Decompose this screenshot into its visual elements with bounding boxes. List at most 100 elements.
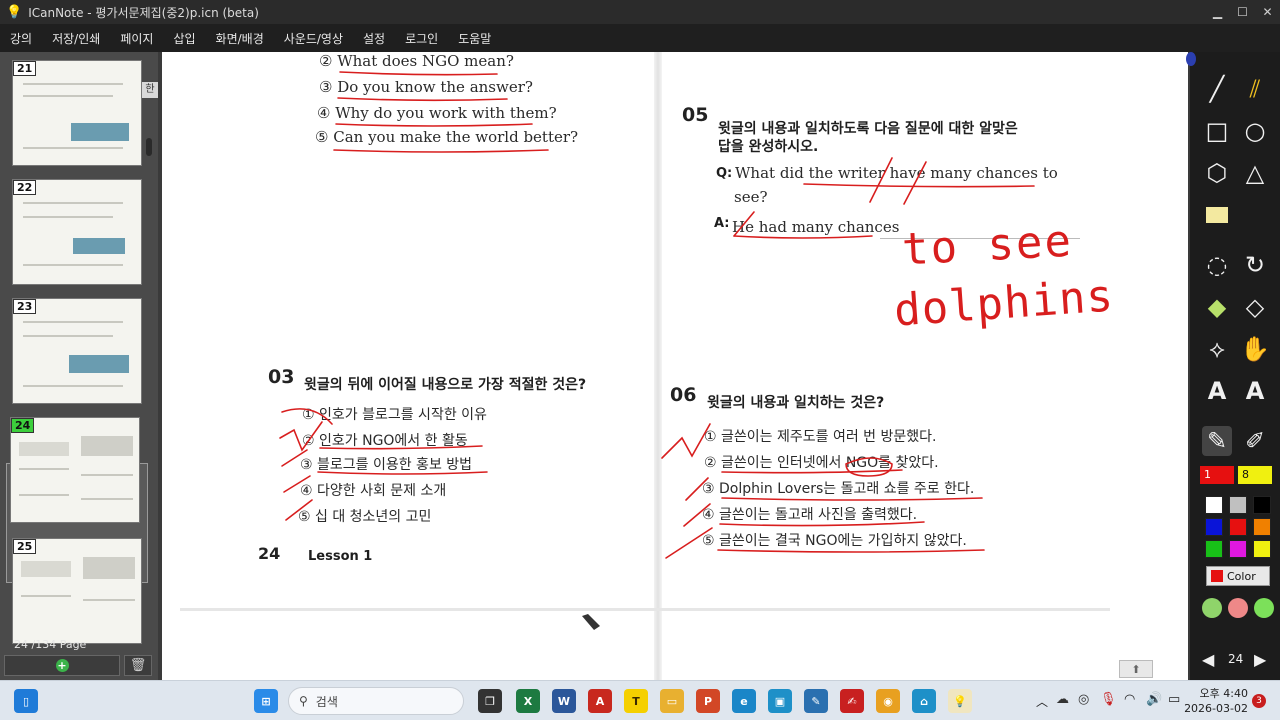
minimize-button[interactable]: ▁ — [1205, 0, 1230, 24]
kakaotalk-icon[interactable]: T — [624, 689, 648, 713]
menu-lecture[interactable]: 강의 — [0, 30, 42, 47]
ink-check-q06-1 — [661, 423, 711, 459]
ink-underline-q02-5 — [333, 149, 549, 153]
scroll-top-button[interactable]: ⬆ — [1119, 660, 1153, 678]
sidebar-scrollbar[interactable] — [146, 138, 152, 156]
tray-volume-icon[interactable]: 🔊 — [1146, 692, 1162, 707]
prev-page-button[interactable]: ◀ — [1202, 650, 1214, 669]
chrome-icon[interactable]: ◉ — [876, 689, 900, 713]
plus-circle-icon: + — [55, 659, 69, 672]
tray-network-icon[interactable]: ◎ — [1078, 692, 1089, 707]
text-settings-icon[interactable]: A — [1240, 376, 1270, 406]
page-current: 24 — [14, 638, 28, 651]
color-swatch[interactable] — [1229, 518, 1247, 536]
delete-page-button[interactable]: 🗑 — [124, 655, 152, 676]
page-thumbnail-24[interactable]: 24 — [10, 417, 140, 523]
powerpoint-icon[interactable]: P — [696, 689, 720, 713]
drawing-app-icon[interactable]: ✍ — [840, 689, 864, 713]
pen-size-select[interactable]: 1 — [1200, 466, 1234, 484]
remote-desktop-icon[interactable]: ▣ — [768, 689, 792, 713]
rectangle-tool-icon[interactable]: □ — [1202, 116, 1232, 146]
task-view-icon[interactable]: ❐ — [478, 689, 502, 713]
lasso-select-icon[interactable]: ◌ — [1202, 250, 1232, 280]
highlighter-tool-icon[interactable]: ✐ — [1240, 426, 1270, 456]
menu-help[interactable]: 도움말 — [448, 30, 501, 47]
excel-icon[interactable]: X — [516, 689, 540, 713]
partial-eraser-icon[interactable]: ◇ — [1240, 292, 1270, 322]
whiteboard-app-icon[interactable]: ✎ — [804, 689, 828, 713]
eraser-icon[interactable]: ◆ — [1202, 292, 1232, 322]
sticky-note-icon[interactable] — [1202, 200, 1232, 230]
page-thumbnail-21[interactable]: 21 — [12, 60, 142, 166]
tray-battery-icon[interactable]: ▭ — [1168, 692, 1180, 707]
tray-chevron-icon[interactable]: ︿ — [1036, 693, 1048, 710]
triangle-tool-icon[interactable]: △ — [1240, 158, 1270, 188]
color-swatch[interactable] — [1253, 496, 1271, 514]
color-swatch[interactable] — [1205, 540, 1223, 558]
search-placeholder: 검색 — [315, 694, 338, 709]
menu-login[interactable]: 로그인 — [395, 30, 448, 47]
word-icon[interactable]: W — [552, 689, 576, 713]
page-thumbnail-sidebar: 21 22 23 24 25 — [0, 52, 158, 680]
tray-onedrive-icon[interactable]: ☁ — [1056, 692, 1069, 707]
menu-screen-background[interactable]: 화면/배경 — [206, 30, 274, 47]
red-toggle-icon[interactable] — [1228, 598, 1248, 618]
color-picker-button[interactable]: Color — [1206, 566, 1270, 586]
note-canvas[interactable]: ② What does NGO mean? ③ Do you know the … — [162, 52, 1188, 680]
color-swatch[interactable] — [1253, 518, 1271, 536]
color-swatch[interactable] — [1229, 540, 1247, 558]
menu-settings[interactable]: 설정 — [353, 30, 395, 47]
menu-sound-video[interactable]: 사운드/영상 — [274, 30, 353, 47]
next-page-button[interactable]: ▶ — [1254, 650, 1266, 669]
tray-microphone-icon[interactable]: 🎙 — [1100, 692, 1117, 707]
thumbnail-number: 23 — [13, 299, 37, 314]
menu-insert[interactable]: 삽입 — [163, 30, 205, 47]
close-button[interactable]: ✕ — [1255, 0, 1280, 24]
start-menu-icon[interactable]: ⊞ — [254, 689, 278, 713]
clock-time: 오후 4:40 — [1199, 687, 1248, 700]
ink-underline-q05-q — [803, 183, 1035, 188]
maximize-button[interactable]: ☐ — [1230, 0, 1255, 24]
notification-badge[interactable]: 3 — [1252, 694, 1266, 708]
hexagon-tool-icon[interactable]: ⬡ — [1202, 158, 1232, 188]
search-icon: ⚲ — [299, 694, 308, 708]
green-toggle-icon[interactable] — [1202, 598, 1222, 618]
clock-date: 2026-03-02 — [1184, 702, 1248, 715]
page-thumbnail-25[interactable]: 25 — [12, 538, 142, 644]
network-app-icon[interactable]: ⌂ — [912, 689, 936, 713]
menu-save-print[interactable]: 저장/인쇄 — [42, 30, 110, 47]
taskbar-search[interactable]: ⚲ 검색 — [288, 687, 464, 715]
color-swatch[interactable] — [1205, 518, 1223, 536]
ink-strike-q03-4 — [283, 475, 311, 493]
icannote-taskbar-icon[interactable]: 💡 — [948, 689, 972, 713]
thumbnail-number: 22 — [13, 180, 37, 195]
thumbnail-number: 25 — [13, 539, 37, 554]
file-explorer-icon[interactable]: ▭ — [660, 689, 684, 713]
page-thumbnail-23[interactable]: 23 — [12, 298, 142, 404]
dashed-line-tool-icon[interactable]: ⫽ — [1240, 74, 1270, 104]
shapes-icon[interactable]: ⟡ — [1202, 334, 1232, 364]
pen-tool-icon[interactable]: ✎ — [1202, 426, 1232, 456]
edge-browser-icon[interactable]: e — [732, 689, 756, 713]
system-clock[interactable]: 오후 4:40 2026-03-02 — [1184, 686, 1248, 716]
text-tool-icon[interactable]: A — [1202, 376, 1232, 406]
line-tool-icon[interactable]: ╱ — [1202, 74, 1232, 104]
widgets-icon[interactable]: ▯ — [14, 689, 38, 713]
menu-page[interactable]: 페이지 — [110, 30, 163, 47]
tray-wifi-icon[interactable]: ◠ — [1124, 692, 1135, 707]
highlighter-size-select[interactable]: 8 — [1238, 466, 1272, 484]
color-swatch[interactable] — [1253, 540, 1271, 558]
pdf-reader-icon[interactable]: A — [588, 689, 612, 713]
color-swatch[interactable] — [1229, 496, 1247, 514]
color-swatch[interactable] — [1205, 496, 1223, 514]
ink-strike-q06-5 — [665, 527, 713, 559]
page-thumbnail-22[interactable]: 22 — [12, 179, 142, 285]
ink-underline-q02-2 — [339, 71, 498, 76]
hand-pan-icon[interactable]: ✋ — [1240, 334, 1270, 364]
highlighter-size-value: 8 — [1242, 468, 1249, 481]
add-page-button[interactable]: + — [4, 655, 120, 676]
circle-tool-icon[interactable]: ○ — [1240, 116, 1270, 146]
rotate-icon[interactable]: ↻ — [1240, 250, 1270, 280]
toolbar-grip[interactable] — [1186, 52, 1196, 66]
lime-toggle-icon[interactable] — [1254, 598, 1274, 618]
